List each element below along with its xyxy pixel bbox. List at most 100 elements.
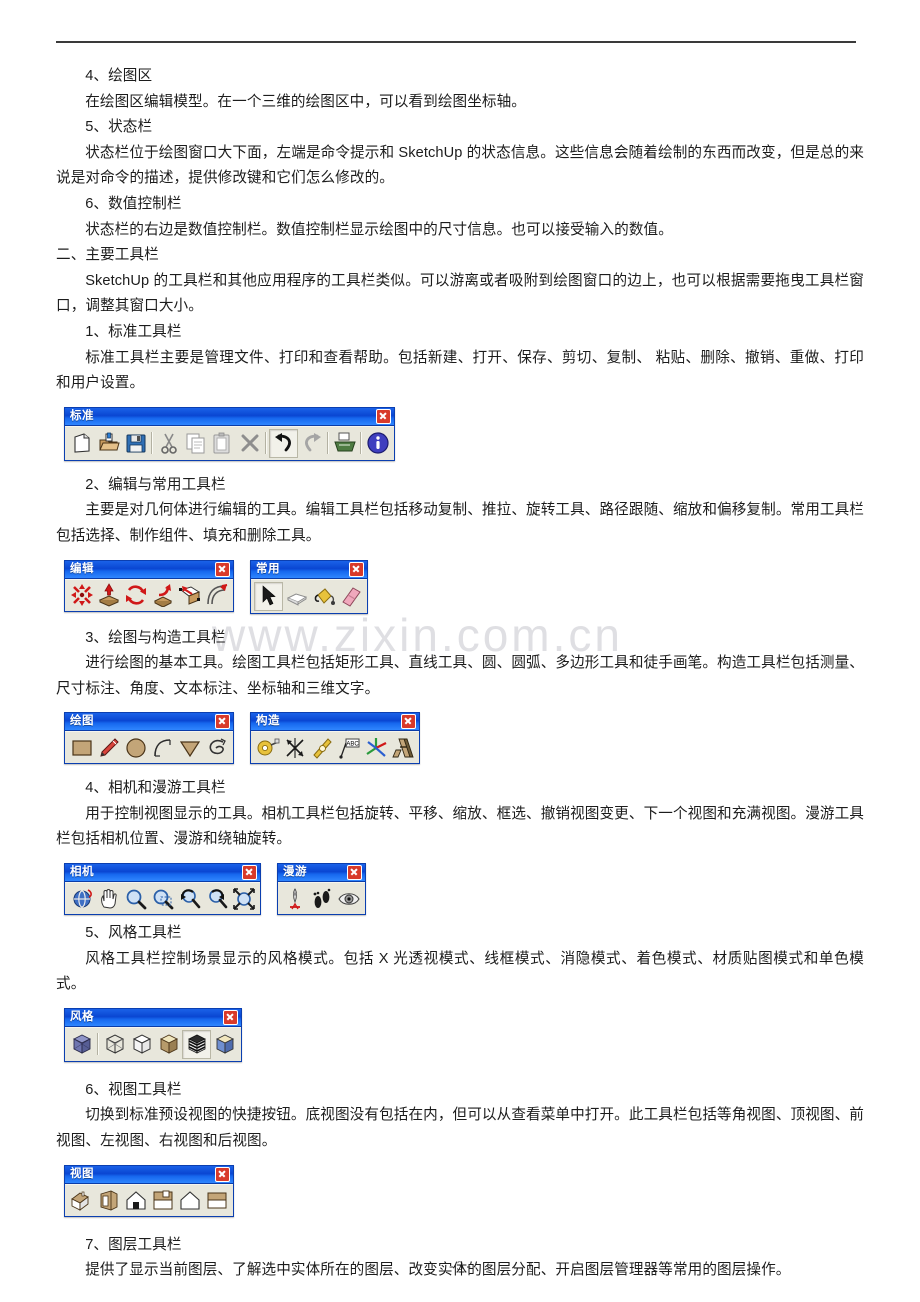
textured-mode-icon[interactable] bbox=[182, 1029, 211, 1059]
toolbar-draw[interactable]: 绘图 bbox=[64, 712, 234, 765]
paragraph-drawing-area-body: 在绘图区编辑模型。在一个三维的绘图区中，可以看到绘图坐标轴。 bbox=[85, 93, 527, 110]
rectangle-icon[interactable] bbox=[68, 734, 95, 761]
pan-hand-icon[interactable] bbox=[95, 885, 122, 912]
push-pull-icon[interactable] bbox=[95, 582, 122, 609]
toolbar-camera-titlebar[interactable]: 相机 bbox=[65, 864, 260, 883]
3d-text-icon[interactable] bbox=[389, 734, 416, 761]
zoom-extents-icon[interactable] bbox=[230, 885, 257, 912]
open-file-icon[interactable] bbox=[95, 430, 122, 457]
save-icon[interactable] bbox=[122, 430, 149, 457]
close-icon[interactable] bbox=[347, 865, 362, 881]
paste-icon[interactable] bbox=[209, 430, 236, 457]
toolbar-row-camera-walkthrough: 相机 漫游 bbox=[64, 863, 864, 916]
line-icon[interactable] bbox=[95, 734, 122, 761]
toolbar-style-titlebar[interactable]: 风格 bbox=[65, 1008, 241, 1027]
freehand-icon[interactable] bbox=[203, 734, 230, 761]
toolbar-row-view: 视图 bbox=[64, 1164, 864, 1217]
toolbar-walkthrough-body bbox=[278, 882, 365, 915]
orbit-icon[interactable] bbox=[68, 885, 95, 912]
toolbar-construction[interactable]: 构造 ABC bbox=[250, 712, 420, 765]
print-icon[interactable] bbox=[331, 430, 358, 457]
close-icon[interactable] bbox=[215, 561, 230, 577]
toolbar-walkthrough[interactable]: 漫游 bbox=[277, 863, 366, 916]
toolbar-standard-titlebar[interactable]: 标准 bbox=[65, 407, 394, 426]
close-icon[interactable] bbox=[242, 865, 257, 881]
document-page: www.zixin.com.cn 4、绘图区 在绘图区编辑模型。在一个三维的绘图… bbox=[0, 0, 920, 1302]
paragraph-style-heading: 5、风格工具栏 bbox=[85, 925, 182, 942]
paragraph-vcb-heading: 6、数值控制栏 bbox=[85, 195, 182, 212]
offset-icon[interactable] bbox=[203, 582, 230, 609]
info-icon[interactable] bbox=[364, 430, 391, 457]
left-view-icon[interactable] bbox=[149, 1187, 176, 1214]
paragraph-vcb-body: 状态栏的右边是数值控制栏。数值控制栏显示绘图中的尺寸信息。也可以接受输入的数值。 bbox=[85, 221, 673, 238]
scale-icon[interactable] bbox=[176, 582, 203, 609]
toolbar-separator bbox=[327, 432, 329, 455]
toolbar-common[interactable]: 常用 bbox=[250, 559, 368, 614]
paragraph-view-body: 切换到标准预设视图的快捷按钮。底视图没有包括在内，但可以从查看菜单中打开。此工具… bbox=[56, 1107, 864, 1150]
top-view-icon[interactable] bbox=[95, 1187, 122, 1214]
shaded-mode-icon[interactable] bbox=[155, 1031, 182, 1058]
previous-view-icon[interactable] bbox=[176, 885, 203, 912]
toolbar-edit-titlebar[interactable]: 编辑 bbox=[65, 560, 233, 579]
paragraph-camera-body: 用于控制视图显示的工具。相机工具栏包括旋转、平移、缩放、框选、撤销视图变更、下一… bbox=[56, 805, 864, 848]
walk-icon[interactable] bbox=[308, 885, 335, 912]
toolbar-view-titlebar[interactable]: 视图 bbox=[65, 1165, 233, 1184]
undo-icon[interactable] bbox=[269, 428, 298, 458]
toolbar-draw-body bbox=[65, 731, 233, 764]
front-view-icon[interactable] bbox=[122, 1187, 149, 1214]
close-icon[interactable] bbox=[376, 408, 391, 424]
iso-view-icon[interactable] bbox=[68, 1187, 95, 1214]
close-icon[interactable] bbox=[401, 714, 416, 730]
close-icon[interactable] bbox=[349, 561, 364, 577]
circle-icon[interactable] bbox=[122, 734, 149, 761]
next-view-icon[interactable] bbox=[203, 885, 230, 912]
look-around-icon[interactable] bbox=[335, 885, 362, 912]
new-file-icon[interactable] bbox=[68, 430, 95, 457]
close-icon[interactable] bbox=[215, 714, 230, 730]
polygon-icon[interactable] bbox=[176, 734, 203, 761]
tape-measure-icon[interactable] bbox=[254, 734, 281, 761]
toolbar-walkthrough-title: 漫游 bbox=[283, 866, 307, 879]
toolbar-walkthrough-titlebar[interactable]: 漫游 bbox=[278, 864, 365, 883]
text-label-icon[interactable]: ABC bbox=[335, 734, 362, 761]
arc-icon[interactable] bbox=[149, 734, 176, 761]
monochrome-mode-icon[interactable] bbox=[211, 1031, 238, 1058]
eraser-icon[interactable] bbox=[337, 583, 364, 610]
zoom-window-icon[interactable] bbox=[149, 885, 176, 912]
axes-icon[interactable] bbox=[362, 734, 389, 761]
toolbar-edit[interactable]: 编辑 bbox=[64, 559, 234, 612]
toolbar-camera[interactable]: 相机 bbox=[64, 863, 261, 916]
position-camera-icon[interactable] bbox=[281, 885, 308, 912]
toolbar-row-standard: 标准 bbox=[64, 406, 864, 461]
toolbar-draw-titlebar[interactable]: 绘图 bbox=[65, 713, 233, 732]
toolbar-draw-title: 绘图 bbox=[70, 715, 94, 728]
toolbar-view[interactable]: 视图 bbox=[64, 1164, 234, 1217]
rotate-icon[interactable] bbox=[122, 582, 149, 609]
wireframe-mode-icon[interactable] bbox=[101, 1031, 128, 1058]
protractor-icon[interactable] bbox=[308, 734, 335, 761]
hidden-line-mode-icon[interactable] bbox=[128, 1031, 155, 1058]
toolbar-common-titlebar[interactable]: 常用 bbox=[251, 560, 367, 579]
toolbar-style[interactable]: 风格 bbox=[64, 1007, 242, 1062]
copy-icon[interactable] bbox=[182, 430, 209, 457]
follow-me-icon[interactable] bbox=[149, 582, 176, 609]
xray-mode-icon[interactable] bbox=[68, 1031, 95, 1058]
header-rule bbox=[56, 41, 856, 43]
paragraph-drawing-area-heading: 4、绘图区 bbox=[85, 68, 153, 84]
make-component-icon[interactable] bbox=[283, 583, 310, 610]
toolbar-construction-titlebar[interactable]: 构造 bbox=[251, 713, 419, 732]
cut-icon[interactable] bbox=[155, 430, 182, 457]
select-icon[interactable] bbox=[254, 581, 283, 611]
back-view-icon[interactable] bbox=[203, 1187, 230, 1214]
move-copy-icon[interactable] bbox=[68, 582, 95, 609]
paragraph-draw-body: 进行绘图的基本工具。绘图工具栏包括矩形工具、直线工具、圆、圆弧、多边形工具和徒手… bbox=[56, 655, 864, 697]
redo-icon[interactable] bbox=[298, 430, 325, 457]
close-icon[interactable] bbox=[223, 1009, 238, 1025]
close-icon[interactable] bbox=[215, 1166, 230, 1182]
zoom-icon[interactable] bbox=[122, 885, 149, 912]
delete-icon[interactable] bbox=[236, 430, 263, 457]
toolbar-standard[interactable]: 标准 bbox=[64, 406, 395, 461]
paint-bucket-icon[interactable] bbox=[310, 583, 337, 610]
dimension-icon[interactable] bbox=[281, 734, 308, 761]
right-view-icon[interactable] bbox=[176, 1187, 203, 1214]
